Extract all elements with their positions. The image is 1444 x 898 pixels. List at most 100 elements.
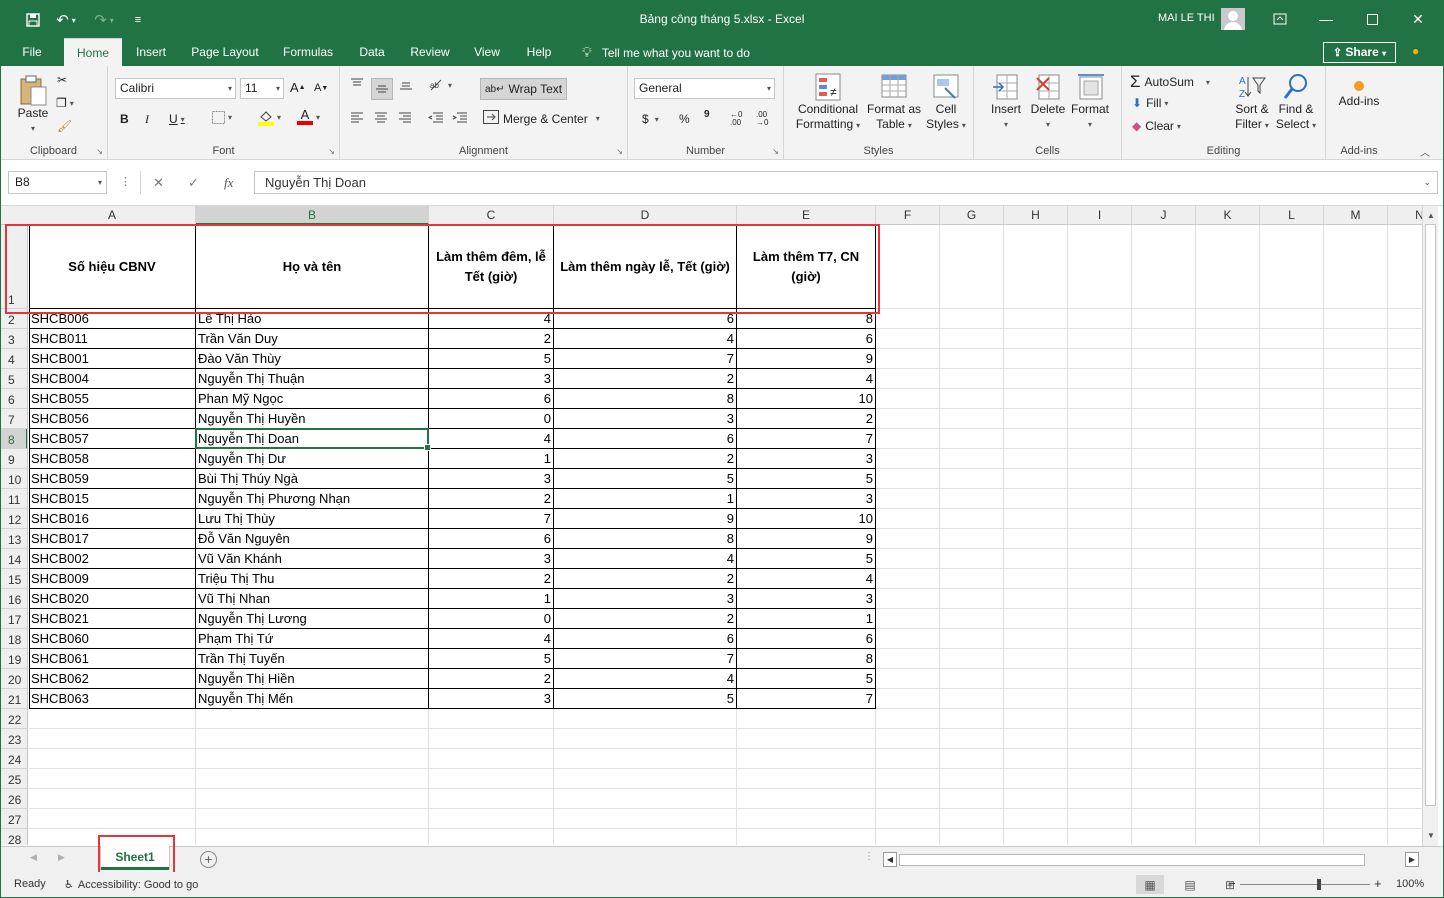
table-cell[interactable]: 3: [554, 409, 736, 428]
column-header-j[interactable]: J: [1132, 206, 1196, 224]
find-select-button[interactable]: Find & Select ▾: [1274, 72, 1318, 133]
table-cell[interactable]: 5: [429, 349, 553, 368]
table-cell[interactable]: 7: [737, 429, 875, 448]
maximize-icon[interactable]: [1352, 8, 1392, 30]
scroll-up-icon[interactable]: ▲: [1423, 208, 1439, 224]
row-header-14[interactable]: 14: [0, 549, 27, 569]
header-cell-e[interactable]: Làm thêm T7, CN (giờ): [737, 225, 875, 308]
table-cell[interactable]: 4: [554, 549, 736, 568]
column-header-n[interactable]: N: [1388, 206, 1422, 224]
table-cell[interactable]: Đào Văn Thùy: [196, 349, 428, 368]
confirm-entry-icon[interactable]: ✓: [188, 171, 199, 194]
row-header-2[interactable]: 2: [0, 309, 27, 329]
conditional-formatting-button[interactable]: ≠ Conditional Formatting ▾: [792, 72, 864, 133]
row-header-25[interactable]: 25: [0, 769, 27, 789]
table-cell[interactable]: 6: [737, 629, 875, 648]
table-cell[interactable]: SHCB061: [29, 649, 195, 668]
number-format-select[interactable]: General ▾: [634, 78, 775, 99]
table-cell[interactable]: Nguyễn Thị Thuận: [196, 369, 428, 388]
row-header-24[interactable]: 24: [0, 749, 27, 769]
table-cell[interactable]: 8: [737, 649, 875, 668]
table-cell[interactable]: 10: [737, 389, 875, 408]
increase-indent-icon[interactable]: [452, 112, 468, 124]
table-cell[interactable]: 2: [429, 569, 553, 588]
table-cell[interactable]: 9: [737, 349, 875, 368]
row-header-12[interactable]: 12: [0, 509, 27, 529]
table-cell[interactable]: 5: [737, 469, 875, 488]
table-cell[interactable]: SHCB057: [29, 429, 195, 448]
shrink-font-button[interactable]: A ▼: [314, 82, 328, 94]
row-header-1[interactable]: 1: [0, 225, 27, 309]
row-header-23[interactable]: 23: [0, 729, 27, 749]
table-cell[interactable]: 7: [554, 649, 736, 668]
row-header-5[interactable]: 5: [0, 369, 27, 389]
ribbon-display-options-icon[interactable]: [1260, 8, 1300, 30]
wrap-text-button[interactable]: ab↵ Wrap Text: [480, 78, 568, 100]
table-cell[interactable]: Vũ Thị Nhan: [196, 589, 428, 608]
table-cell[interactable]: Đỗ Văn Nguyên: [196, 529, 428, 548]
close-icon[interactable]: ✕: [1398, 8, 1438, 30]
tab-page-layout[interactable]: Page Layout: [184, 38, 266, 66]
font-name-select[interactable]: Calibri ▾: [115, 78, 236, 99]
borders-button[interactable]: ▾: [212, 111, 232, 124]
table-cell[interactable]: SHCB002: [29, 549, 195, 568]
table-cell[interactable]: 3: [429, 689, 553, 708]
orientation-icon[interactable]: ab ▾: [429, 78, 452, 92]
alignment-launcher-icon[interactable]: ↘: [616, 147, 623, 156]
column-header-l[interactable]: L: [1260, 206, 1324, 224]
delete-cells-button[interactable]: Delete ▾: [1026, 72, 1070, 132]
row-header-9[interactable]: 9: [0, 449, 27, 469]
align-left-icon[interactable]: [350, 112, 364, 124]
scroll-right-icon[interactable]: ▶: [1405, 852, 1419, 867]
header-cell-c[interactable]: Làm thêm đêm, lễ Tết (giờ): [429, 225, 553, 308]
formula-input[interactable]: Nguyễn Thị Doan ⌄: [254, 171, 1438, 194]
table-cell[interactable]: 7: [429, 509, 553, 528]
paste-button[interactable]: Paste ▾: [12, 74, 54, 136]
column-header-c[interactable]: C: [429, 206, 554, 224]
accessibility-status[interactable]: ♿︎ Accessibility: Good to go: [64, 878, 198, 891]
column-header-h[interactable]: H: [1004, 206, 1068, 224]
table-cell[interactable]: 2: [554, 609, 736, 628]
zoom-slider-knob[interactable]: [1317, 879, 1321, 890]
format-cells-button[interactable]: Format ▾: [1068, 72, 1112, 132]
row-header-11[interactable]: 11: [0, 489, 27, 509]
table-cell[interactable]: 3: [737, 589, 875, 608]
zoom-slider[interactable]: [1240, 879, 1370, 890]
table-cell[interactable]: SHCB055: [29, 389, 195, 408]
table-cell[interactable]: SHCB006: [29, 309, 195, 328]
column-header-f[interactable]: F: [876, 206, 940, 224]
table-cell[interactable]: Nguyễn Thị Hiền: [196, 669, 428, 688]
header-cell-b[interactable]: Họ và tên: [196, 225, 428, 308]
row-header-16[interactable]: 16: [0, 589, 27, 609]
table-cell[interactable]: 1: [429, 449, 553, 468]
feedback-icon[interactable]: ●: [1412, 44, 1419, 58]
decrease-decimal-icon[interactable]: .00 →0: [756, 111, 778, 127]
table-cell[interactable]: 2: [429, 329, 553, 348]
column-header-i[interactable]: I: [1068, 206, 1132, 224]
horizontal-scroll-thumb[interactable]: [899, 854, 1365, 866]
vertical-scrollbar[interactable]: ▲ ▼: [1422, 206, 1438, 846]
column-header-b[interactable]: B: [196, 206, 429, 224]
sort-filter-button[interactable]: AZ Sort & Filter ▾: [1230, 72, 1274, 133]
zoom-in-button[interactable]: +: [1374, 876, 1382, 891]
collapse-ribbon-icon[interactable]: ︿: [1420, 144, 1430, 159]
table-cell[interactable]: 3: [429, 369, 553, 388]
number-launcher-icon[interactable]: ↘: [772, 147, 779, 156]
table-cell[interactable]: 7: [554, 349, 736, 368]
font-color-button[interactable]: A ▾: [297, 108, 320, 125]
column-header-m[interactable]: M: [1324, 206, 1388, 224]
header-cell-d[interactable]: Làm thêm ngày lễ, Tết (giờ): [554, 225, 736, 308]
table-cell[interactable]: 1: [737, 609, 875, 628]
row-header-15[interactable]: 15: [0, 569, 27, 589]
table-cell[interactable]: 4: [554, 329, 736, 348]
decrease-indent-icon[interactable]: [428, 112, 444, 124]
bold-button[interactable]: B: [120, 112, 129, 126]
table-cell[interactable]: Nguyễn Thị Mến: [196, 689, 428, 708]
table-cell[interactable]: 2: [429, 669, 553, 688]
table-cell[interactable]: SHCB001: [29, 349, 195, 368]
underline-button[interactable]: U ▾: [169, 112, 185, 126]
tab-split-handle-icon[interactable]: ⋮: [864, 851, 874, 862]
table-cell[interactable]: Lưu Thị Thùy: [196, 509, 428, 528]
table-cell[interactable]: Lê Thị Hảo: [196, 309, 428, 328]
table-cell[interactable]: SHCB059: [29, 469, 195, 488]
